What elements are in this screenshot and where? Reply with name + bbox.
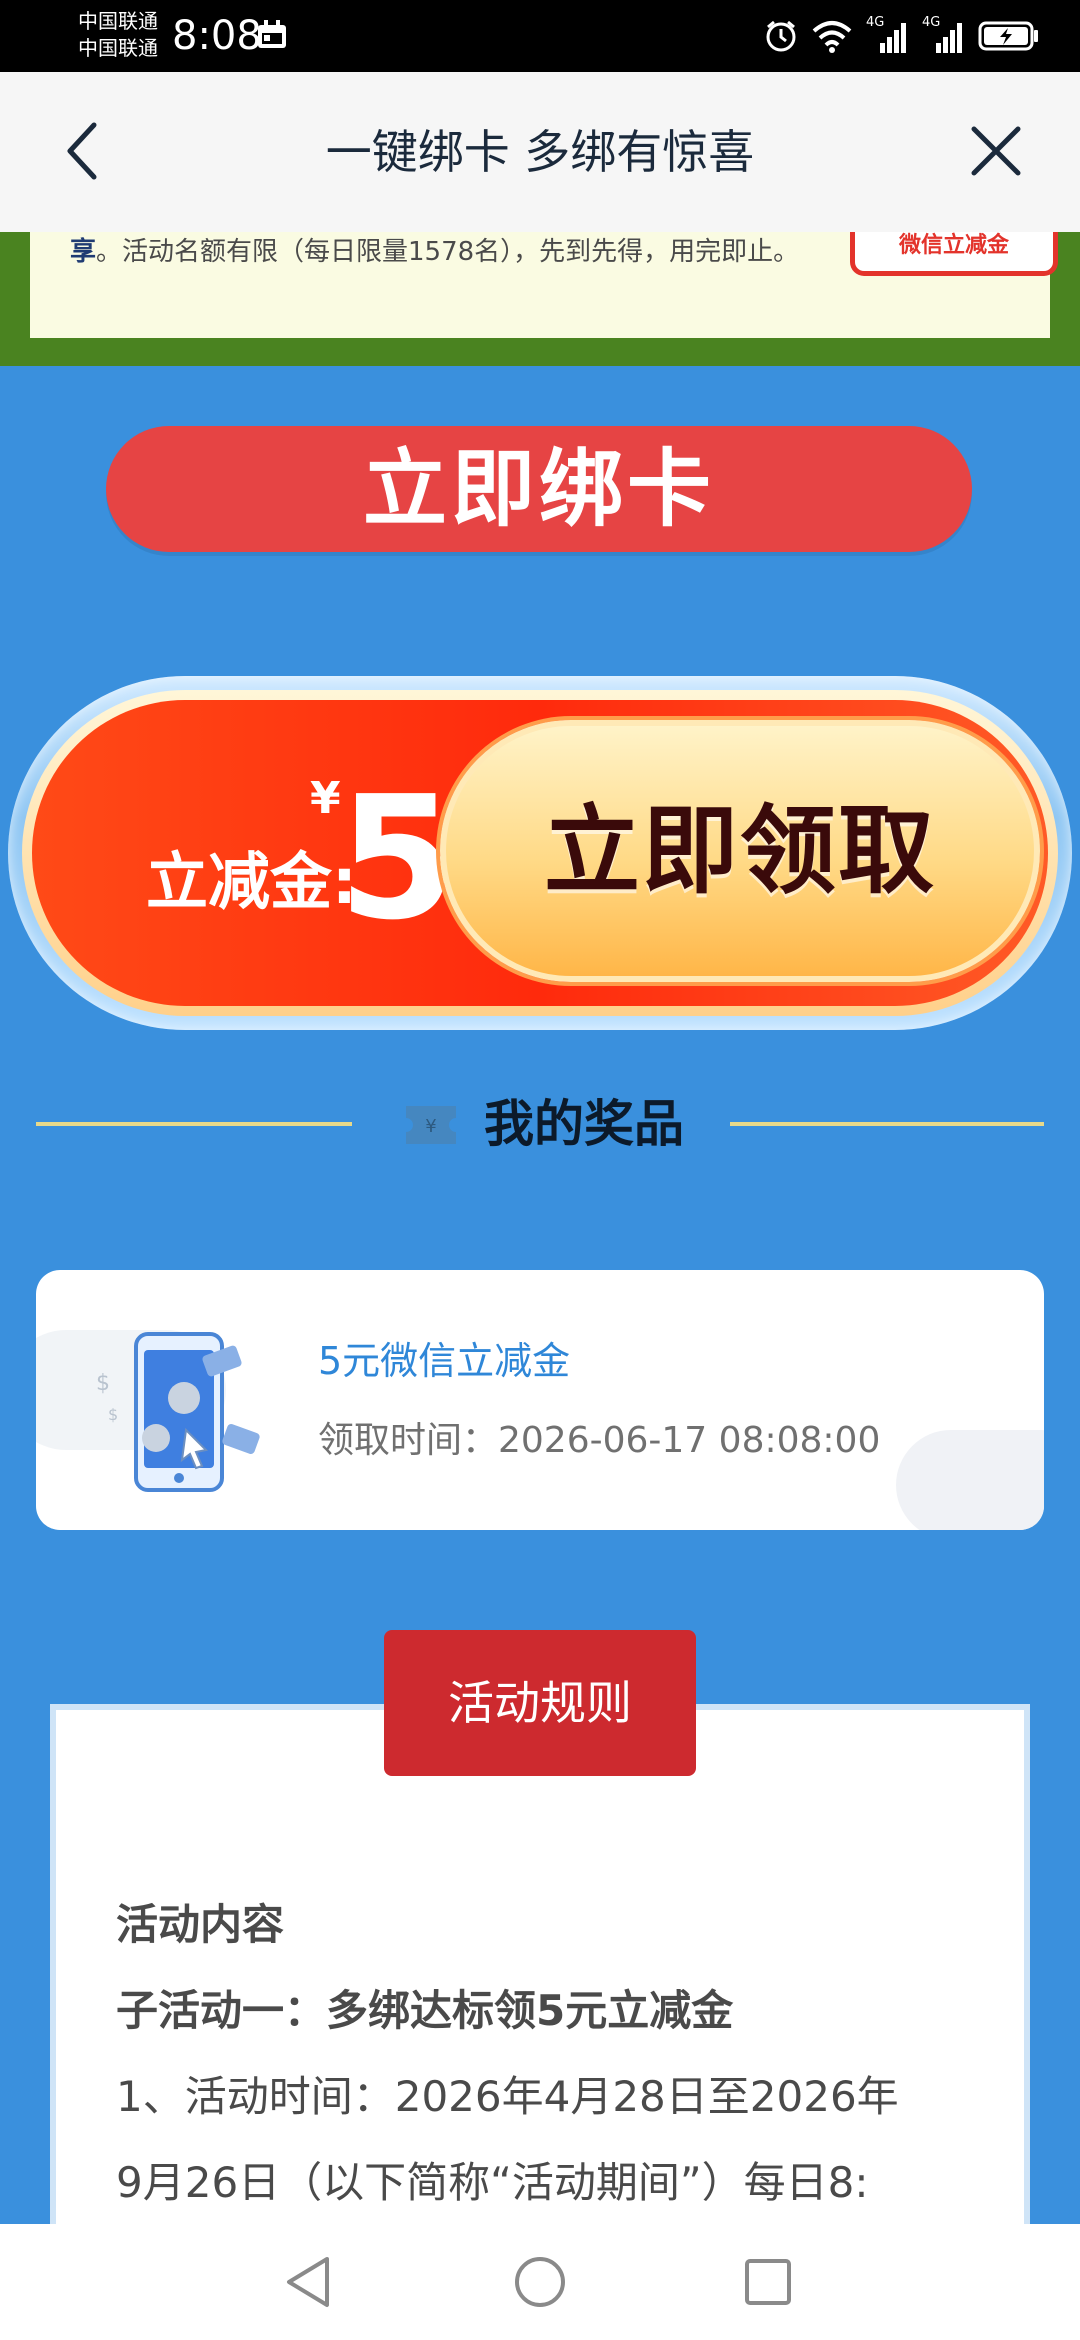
prize-claim-time: 领取时间：2026-06-17 08:08:00 <box>318 1420 881 1461</box>
notice-panel: 享。活动名额有限（每日限量1578名），先到先得，用完即止。 微信立减金 <box>30 224 1058 338</box>
heading-divider-left <box>36 1122 352 1126</box>
status-icons: 4G 4G <box>764 15 1040 54</box>
alarm-icon <box>766 20 796 52</box>
wifi-icon <box>812 21 852 53</box>
notice-body: 。活动名额有限（每日限量1578名），先到先得，用完即止。 <box>96 237 800 267</box>
coupon-label: 立减金: <box>146 845 357 918</box>
svg-text:$: $ <box>108 1405 118 1424</box>
calendar-icon <box>258 20 286 48</box>
back-button[interactable] <box>52 116 112 186</box>
notice-text: 享。活动名额有限（每日限量1578名），先到先得，用完即止。 <box>70 232 860 272</box>
square-recents-icon <box>745 2259 791 2305</box>
prizes-title: 我的奖品 <box>484 1095 684 1153</box>
rules-line: 9月26日（以下简称“活动期间”）每日8: <box>116 2158 869 2207</box>
system-nav-bar <box>0 2224 1080 2340</box>
carrier-2: 中国联通 <box>78 36 158 60</box>
carrier-names: 中国联通 中国联通 <box>78 8 158 62</box>
page: 中国联通 中国联通 8:08 4G 4G 一键绑卡 多绑有惊喜 享。活动名额有限… <box>0 0 1080 2340</box>
network-type-1: 4G <box>866 15 885 30</box>
rules-sub-title: 子活动一：多绑达标领5元立减金 <box>116 1986 734 2035</box>
network-type-2: 4G <box>922 15 941 30</box>
circle-home-icon <box>515 2257 565 2307</box>
rules-body: 活动内容 子活动一：多绑达标领5元立减金 1、活动时间：2026年4月28日至2… <box>116 1882 996 2226</box>
nav-recents-button[interactable] <box>736 2250 800 2314</box>
heading-divider-right <box>730 1122 1044 1126</box>
page-title: 一键绑卡 多绑有惊喜 <box>325 125 755 179</box>
coupon-value: 立减金: ¥ 5 <box>128 774 468 945</box>
claim-now-button[interactable]: 立即领取 <box>440 720 1040 982</box>
rules-line: 1、活动时间：2026年4月28日至2026年 <box>116 2072 899 2121</box>
close-button[interactable] <box>964 116 1028 186</box>
svg-text:$: $ <box>96 1371 110 1396</box>
prizes-heading: ¥ 我的奖品 <box>0 1088 1080 1160</box>
rules-section-title: 活动内容 <box>116 1900 285 1949</box>
app-header: 一键绑卡 多绑有惊喜 <box>0 72 1080 232</box>
coupon-amount: 5 <box>338 760 457 958</box>
status-time: 8:08 <box>172 13 262 59</box>
coupon-currency: ¥ <box>310 773 341 824</box>
chevron-left-icon <box>67 122 97 180</box>
svg-text:¥: ¥ <box>425 1116 436 1137</box>
triangle-back-icon <box>287 2257 329 2307</box>
rules-tab[interactable]: 活动规则 <box>384 1630 696 1776</box>
cloud-decoration <box>896 1430 1044 1530</box>
bind-card-button[interactable]: 立即绑卡 <box>106 426 972 552</box>
prize-name: 5元微信立减金 <box>318 1339 571 1383</box>
prize-card: $ $ 5元微信立减金 领取时间：2026-06-17 08:08:00 <box>36 1270 1044 1530</box>
notice-band: 享。活动名额有限（每日限量1578名），先到先得，用完即止。 微信立减金 <box>0 224 1080 366</box>
notice-lead: 享 <box>70 237 97 267</box>
nav-back-button[interactable] <box>276 2250 340 2314</box>
phone-money-icon: $ $ <box>96 1332 260 1492</box>
signal-1-icon: 4G <box>866 15 908 53</box>
carrier-1: 中国联通 <box>78 9 158 33</box>
battery-icon <box>978 21 1038 51</box>
close-icon <box>971 126 1021 176</box>
nav-home-button[interactable] <box>508 2250 572 2314</box>
status-bar: 中国联通 中国联通 8:08 4G 4G <box>0 0 1080 72</box>
ticket-icon: ¥ <box>406 1106 456 1144</box>
signal-2-icon: 4G <box>922 15 964 53</box>
